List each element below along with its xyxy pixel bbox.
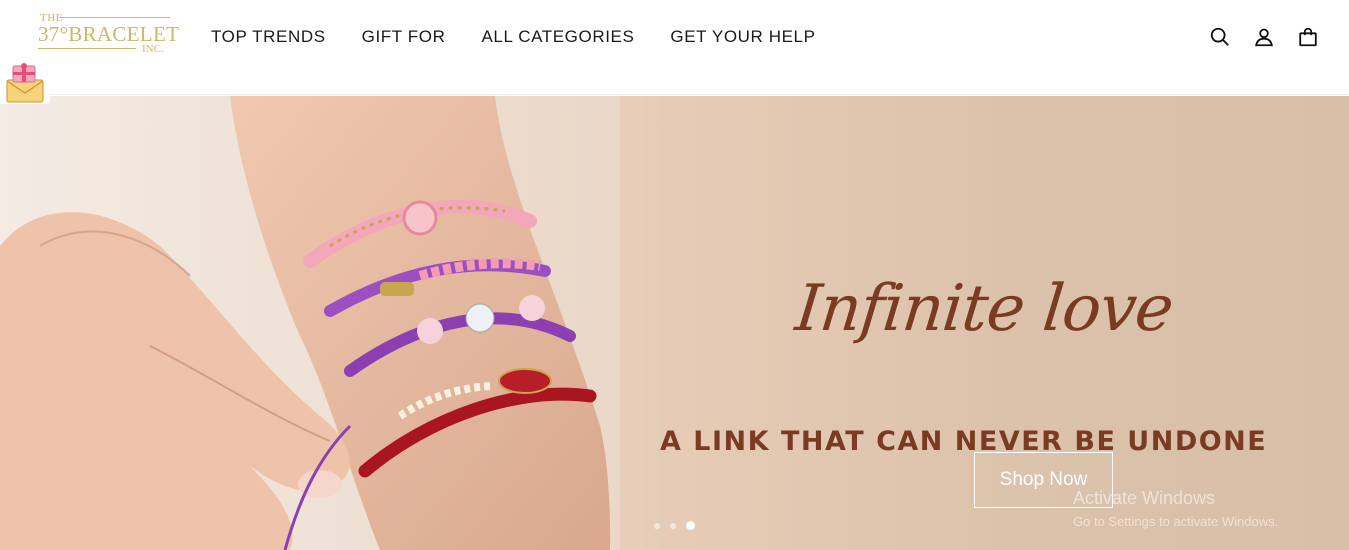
carousel-dot-3[interactable] [686, 521, 695, 530]
carousel-dot-2[interactable] [670, 522, 676, 529]
shop-now-button[interactable]: Shop Now [974, 452, 1113, 508]
hero-banner: Infinite love A LINK THAT CAN NEVER BE U… [0, 96, 1349, 550]
account-icon[interactable] [1253, 26, 1275, 48]
hero-bracelets-photo [0, 96, 620, 550]
logo-rule [60, 17, 170, 18]
hero-subtitle: A LINK THAT CAN NEVER BE UNDONE [660, 426, 1268, 457]
hero-script-title: Infinite love [792, 272, 1177, 346]
logo-rule-bottom [38, 48, 136, 49]
watermark-subtitle: Go to Settings to activate Windows. [1073, 514, 1279, 529]
logo-bottom-text: INC. [142, 43, 164, 55]
site-header: THE 37°BRACELET INC. TOP TRENDS GIFT FOR… [0, 0, 1349, 95]
nav-top-trends[interactable]: TOP TRENDS [211, 27, 326, 47]
header-actions [1209, 26, 1319, 48]
search-icon[interactable] [1209, 26, 1231, 48]
main-nav: TOP TRENDS GIFT FOR ALL CATEGORIES GET Y… [211, 27, 816, 47]
nav-all-categories[interactable]: ALL CATEGORIES [481, 27, 634, 47]
cart-bag-icon[interactable] [1297, 26, 1319, 48]
carousel-dot-1[interactable] [654, 522, 660, 529]
nav-get-your-help[interactable]: GET YOUR HELP [670, 27, 815, 47]
nav-gift-for[interactable]: GIFT FOR [362, 27, 446, 47]
gift-badge[interactable] [0, 58, 50, 104]
carousel-dots [654, 521, 695, 530]
brand-logo[interactable]: THE 37°BRACELET INC. [38, 12, 179, 58]
gift-envelope-icon [6, 63, 44, 103]
